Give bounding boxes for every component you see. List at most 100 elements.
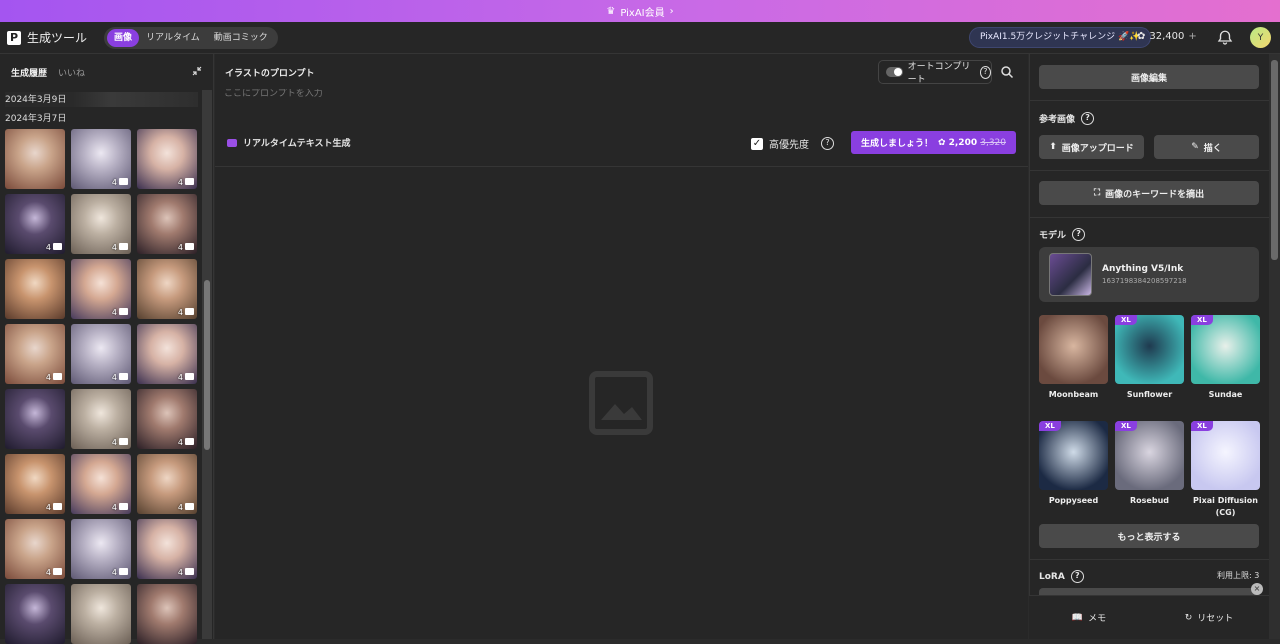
- model-option[interactable]: Moonbeam: [1039, 315, 1108, 421]
- history-thumbnail[interactable]: 4: [137, 519, 197, 579]
- scan-icon: ⛶: [1093, 188, 1101, 198]
- image-count-badge: 4: [177, 178, 183, 187]
- search-icon[interactable]: [1000, 65, 1014, 79]
- tab-realtime[interactable]: リアルタイム: [139, 29, 207, 47]
- history-thumbnail[interactable]: 4: [137, 389, 197, 449]
- help-icon[interactable]: ?: [1072, 228, 1086, 241]
- model-label: Sunflower: [1126, 390, 1173, 399]
- collapse-icon[interactable]: [192, 66, 202, 76]
- image-count-badge: 4: [177, 243, 183, 252]
- history-thumbnail[interactable]: 4: [137, 324, 197, 384]
- priority-label: 高優先度: [769, 140, 809, 151]
- priority-option[interactable]: ✓ 高優先度 ?: [751, 136, 834, 151]
- settings-panel: 画像編集 参考画像? ⬆ 画像アップロード ✎ 描く ⛶ 画像のキーワードを摘出 モデ…: [1029, 54, 1269, 639]
- history-thumbnail[interactable]: 4: [5, 454, 65, 514]
- tab-image[interactable]: 画像: [107, 28, 140, 47]
- history-thumbnail[interactable]: 4: [137, 454, 197, 514]
- history-scrollbar-thumb[interactable]: [204, 280, 210, 450]
- tab-history[interactable]: 生成履歴: [11, 66, 47, 79]
- date-header-2: 2024年3月7日: [5, 114, 67, 124]
- avatar[interactable]: Y: [1250, 27, 1271, 48]
- image-count-badge: 4: [45, 373, 51, 382]
- history-thumbnail[interactable]: 4: [71, 324, 131, 384]
- tab-likes[interactable]: いいね: [58, 66, 85, 79]
- history-thumbnail[interactable]: 4: [71, 259, 131, 319]
- toggle-switch[interactable]: [886, 67, 903, 77]
- upload-icon: ⬆: [1049, 142, 1057, 152]
- history-thumbnail[interactable]: 4: [5, 519, 65, 579]
- image-icon: [185, 568, 194, 575]
- credits-value: 32,400: [1149, 31, 1185, 42]
- generate-button[interactable]: 生成しましょう！ ✿ 2,200 3,320: [851, 131, 1016, 154]
- priority-checkbox[interactable]: ✓: [751, 137, 763, 150]
- date-header-1: 2024年3月9日: [5, 92, 198, 107]
- model-thumbnail: XL: [1115, 315, 1184, 384]
- xl-badge: XL: [1115, 315, 1137, 325]
- history-thumbnail[interactable]: 4: [71, 454, 131, 514]
- reset-button[interactable]: ↻ リセット: [1149, 611, 1269, 625]
- history-thumbnail[interactable]: [5, 129, 65, 189]
- membership-banner[interactable]: ♛ PixAI会員 ›: [0, 0, 1280, 22]
- add-credits-icon[interactable]: +: [1188, 31, 1196, 42]
- history-thumbnail[interactable]: 4: [71, 389, 131, 449]
- history-thumbnail[interactable]: [5, 389, 65, 449]
- history-thumbnail[interactable]: 4: [71, 194, 131, 254]
- memo-button[interactable]: 📖 メモ: [1029, 611, 1149, 625]
- help-icon[interactable]: ?: [979, 65, 991, 79]
- crown-icon: ♛: [606, 5, 616, 17]
- image-count-badge: 4: [111, 503, 117, 512]
- image-icon: [185, 373, 194, 380]
- help-icon[interactable]: ?: [1070, 570, 1084, 583]
- history-thumbnail[interactable]: [5, 259, 65, 319]
- model-option[interactable]: XL Pixai Diffusion (CG): [1191, 421, 1260, 527]
- model-option[interactable]: XL Sundae: [1191, 315, 1260, 421]
- image-icon: [119, 243, 128, 250]
- history-thumbnail[interactable]: [71, 584, 131, 644]
- history-thumbnail[interactable]: 4: [71, 519, 131, 579]
- image-icon: [53, 373, 62, 380]
- show-more-button[interactable]: もっと表示する: [1039, 524, 1259, 548]
- image-icon: [119, 308, 128, 315]
- close-icon[interactable]: ×: [1251, 583, 1263, 595]
- image-icon: [119, 178, 128, 185]
- image-edit-button[interactable]: 画像編集: [1039, 65, 1259, 89]
- help-icon[interactable]: ?: [821, 137, 834, 150]
- realtime-label: リアルタイムテキスト生成: [227, 136, 350, 149]
- selected-model-card[interactable]: Anything V5/Ink 1637198384208597218: [1039, 247, 1259, 302]
- pixai-logo[interactable]: P: [7, 30, 21, 45]
- history-thumbnail[interactable]: [137, 584, 197, 644]
- model-grid: Moonbeam XL Sunflower XL Sundae XL Poppyseed XL…: [1039, 315, 1261, 527]
- history-thumbnail[interactable]: 4: [137, 129, 197, 189]
- bell-icon[interactable]: [1216, 29, 1234, 47]
- image-count-badge: 4: [45, 503, 51, 512]
- image-placeholder-icon: [589, 371, 653, 435]
- image-icon: [119, 568, 128, 575]
- autocomplete-toggle[interactable]: オートコンプリート ?: [878, 60, 992, 85]
- image-icon: [119, 373, 128, 380]
- credit-challenge-button[interactable]: PixAI1.5万クレジットチャレンジ 🚀✨: [969, 27, 1152, 48]
- settings-scrollbar-thumb[interactable]: [1271, 60, 1278, 260]
- prompt-input[interactable]: [224, 89, 724, 99]
- history-thumbnail[interactable]: 4: [5, 194, 65, 254]
- model-option[interactable]: XL Sunflower: [1115, 315, 1184, 421]
- draw-button[interactable]: ✎ 描く: [1154, 135, 1259, 159]
- upload-image-button[interactable]: ⬆ 画像アップロード: [1039, 135, 1144, 159]
- model-name: Anything V5/Ink: [1102, 264, 1184, 274]
- extract-keywords-button[interactable]: ⛶ 画像のキーワードを摘出: [1039, 181, 1259, 205]
- help-icon[interactable]: ?: [1081, 112, 1095, 125]
- history-thumbnail[interactable]: 4: [137, 194, 197, 254]
- history-scrollbar[interactable]: [202, 90, 212, 639]
- history-thumbnail[interactable]: 4: [137, 259, 197, 319]
- settings-scrollbar[interactable]: [1269, 54, 1280, 639]
- model-option[interactable]: XL Rosebud: [1115, 421, 1184, 527]
- history-thumbnail[interactable]: 4: [5, 324, 65, 384]
- history-thumbnail[interactable]: 4: [71, 129, 131, 189]
- history-thumbnail[interactable]: [5, 584, 65, 644]
- image-icon: [185, 178, 194, 185]
- tab-video-comic[interactable]: 動画コミック: [207, 29, 275, 47]
- model-id: 1637198384208597218: [1102, 277, 1187, 285]
- model-option[interactable]: XL Poppyseed: [1039, 421, 1108, 527]
- credits-display[interactable]: ✿ 32,400 +: [1137, 31, 1197, 42]
- image-count-badge: 4: [111, 568, 117, 577]
- image-count-badge: 4: [45, 243, 51, 252]
